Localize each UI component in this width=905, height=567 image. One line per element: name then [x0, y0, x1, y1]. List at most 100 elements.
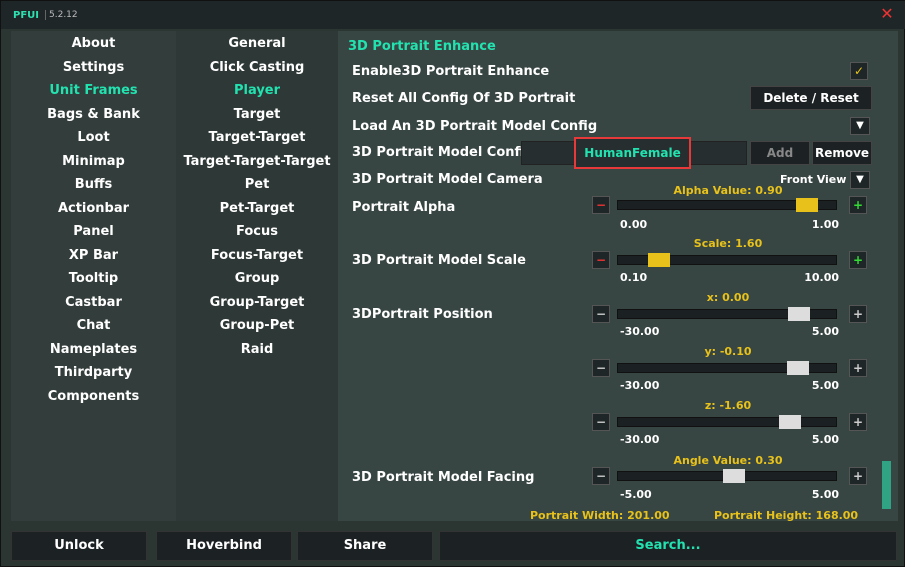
decrement-button[interactable]: − — [592, 467, 610, 485]
left-nav-item[interactable]: Chat — [11, 318, 176, 333]
slider-thumb[interactable] — [788, 307, 810, 321]
left-nav-item[interactable]: Settings — [11, 60, 176, 75]
mid-nav-item[interactable]: General — [176, 36, 338, 51]
slider-thumb[interactable] — [796, 198, 818, 212]
left-nav-item[interactable]: Tooltip — [11, 271, 176, 286]
slider-track[interactable] — [617, 361, 837, 375]
slider-track[interactable] — [617, 415, 837, 429]
config-input-value[interactable]: HumanFemale — [574, 137, 691, 169]
titlebar: PFUI 5.2.12 ✕ — [1, 1, 905, 29]
slider-max: 5.00 — [811, 488, 839, 501]
decrement-button[interactable]: − — [592, 251, 610, 269]
add-button[interactable]: Add — [750, 141, 810, 165]
portrait-height: Portrait Height: 168.00 — [714, 509, 859, 522]
slider-thumb[interactable] — [648, 253, 670, 267]
slider-title: z: -1.60 — [704, 399, 752, 412]
mid-nav-item[interactable]: Target-Target — [176, 130, 338, 145]
share-button[interactable]: Share — [297, 531, 433, 561]
slider-thumb[interactable] — [723, 469, 745, 483]
slider-title: Scale: 1.60 — [693, 237, 763, 250]
slider-thumb[interactable] — [787, 361, 809, 375]
left-nav-item[interactable]: Minimap — [11, 154, 176, 169]
slider-min: -30.00 — [620, 379, 660, 392]
decrement-button[interactable]: − — [592, 413, 610, 431]
left-nav: About Settings Unit Frames Bags & Bank Loot M… — [11, 31, 176, 521]
slider-title: y: -0.10 — [704, 345, 752, 358]
config-label: 3D Portrait Model Config — [352, 145, 534, 160]
mid-nav-item[interactable]: Click Casting — [176, 60, 338, 75]
close-icon[interactable]: ✕ — [878, 5, 896, 23]
mid-nav-item[interactable]: Raid — [176, 342, 338, 357]
load-config-dropdown[interactable]: ▼ — [850, 117, 870, 135]
mid-nav-item[interactable]: Group — [176, 271, 338, 286]
left-nav-item[interactable]: About — [11, 36, 176, 51]
mid-nav-item[interactable]: Pet — [176, 177, 338, 192]
left-nav-item[interactable]: Nameplates — [11, 342, 176, 357]
unlock-button[interactable]: Unlock — [11, 531, 147, 561]
slider-thumb[interactable] — [779, 415, 801, 429]
left-nav-item[interactable]: Buffs — [11, 177, 176, 192]
left-nav-item[interactable]: XP Bar — [11, 248, 176, 263]
slider-track[interactable] — [617, 253, 837, 267]
position-label: 3DPortrait Position — [352, 307, 493, 322]
mid-nav-item[interactable]: Focus-Target — [176, 248, 338, 263]
slider-title: x: 0.00 — [706, 291, 750, 304]
app-version: 5.2.12 — [45, 10, 78, 20]
left-nav-item[interactable]: Panel — [11, 224, 176, 239]
section-title: 3D Portrait Enhance — [348, 39, 496, 54]
hoverbind-button[interactable]: Hoverbind — [156, 531, 292, 561]
delete-reset-button[interactable]: Delete / Reset — [750, 86, 872, 110]
slider-min: 0.00 — [620, 218, 648, 231]
left-nav-item[interactable]: Components — [11, 389, 176, 404]
load-label: Load An 3D Portrait Model Config — [352, 119, 598, 134]
slider-track[interactable] — [617, 198, 837, 212]
increment-button[interactable]: + — [849, 467, 867, 485]
left-nav-item[interactable]: Actionbar — [11, 201, 176, 216]
mid-nav-item[interactable]: Target-Target-Target — [176, 154, 338, 169]
slider-min: -5.00 — [620, 488, 652, 501]
slider-title: Angle Value: 0.30 — [673, 454, 783, 467]
mid-nav-item[interactable]: Group-Target — [176, 295, 338, 310]
decrement-button[interactable]: − — [592, 359, 610, 377]
app-brand: PFUI — [13, 10, 40, 21]
left-nav-item[interactable]: Thirdparty — [11, 365, 176, 380]
camera-label: 3D Portrait Model Camera — [352, 172, 543, 187]
increment-button[interactable]: + — [849, 359, 867, 377]
enable-label: Enable3D Portrait Enhance — [352, 64, 550, 79]
mid-nav-item[interactable]: Pet-Target — [176, 201, 338, 216]
mid-nav-item[interactable]: Focus — [176, 224, 338, 239]
camera-dropdown[interactable]: ▼ — [850, 171, 870, 189]
left-nav-item[interactable]: Loot — [11, 130, 176, 145]
slider-min: 0.10 — [620, 271, 648, 284]
slider-track[interactable] — [617, 469, 837, 483]
slider-title: Alpha Value: 0.90 — [673, 184, 783, 197]
search-button[interactable]: Search... — [439, 531, 897, 561]
enable-checkbox[interactable]: ✓ — [850, 62, 868, 80]
slider-max: 5.00 — [811, 433, 839, 446]
slider-min: -30.00 — [620, 325, 660, 338]
increment-button[interactable]: + — [849, 196, 867, 214]
remove-button[interactable]: Remove — [812, 141, 872, 165]
slider-max: 1.00 — [811, 218, 839, 231]
increment-button[interactable]: + — [849, 305, 867, 323]
decrement-button[interactable]: − — [592, 196, 610, 214]
increment-button[interactable]: + — [849, 413, 867, 431]
left-nav-item[interactable]: Castbar — [11, 295, 176, 310]
mid-nav-item[interactable]: Target — [176, 107, 338, 122]
portrait-width: Portrait Width: 201.00 — [530, 509, 670, 522]
left-nav-item[interactable]: Bags & Bank — [11, 107, 176, 122]
alpha-label: Portrait Alpha — [352, 200, 456, 215]
left-nav-item[interactable]: Unit Frames — [11, 83, 176, 98]
slider-max: 10.00 — [804, 271, 839, 284]
slider-track[interactable] — [617, 307, 837, 321]
settings-panel: 3D Portrait Enhance Enable3D Portrait En… — [338, 31, 898, 522]
slider-max: 5.00 — [811, 379, 839, 392]
scrollbar[interactable] — [882, 461, 891, 509]
mid-nav-item[interactable]: Group-Pet — [176, 318, 338, 333]
decrement-button[interactable]: − — [592, 305, 610, 323]
mid-nav-item[interactable]: Player — [176, 83, 338, 98]
increment-button[interactable]: + — [849, 251, 867, 269]
facing-label: 3D Portrait Model Facing — [352, 470, 535, 485]
reset-label: Reset All Config Of 3D Portrait — [352, 91, 576, 106]
slider-min: -30.00 — [620, 433, 660, 446]
